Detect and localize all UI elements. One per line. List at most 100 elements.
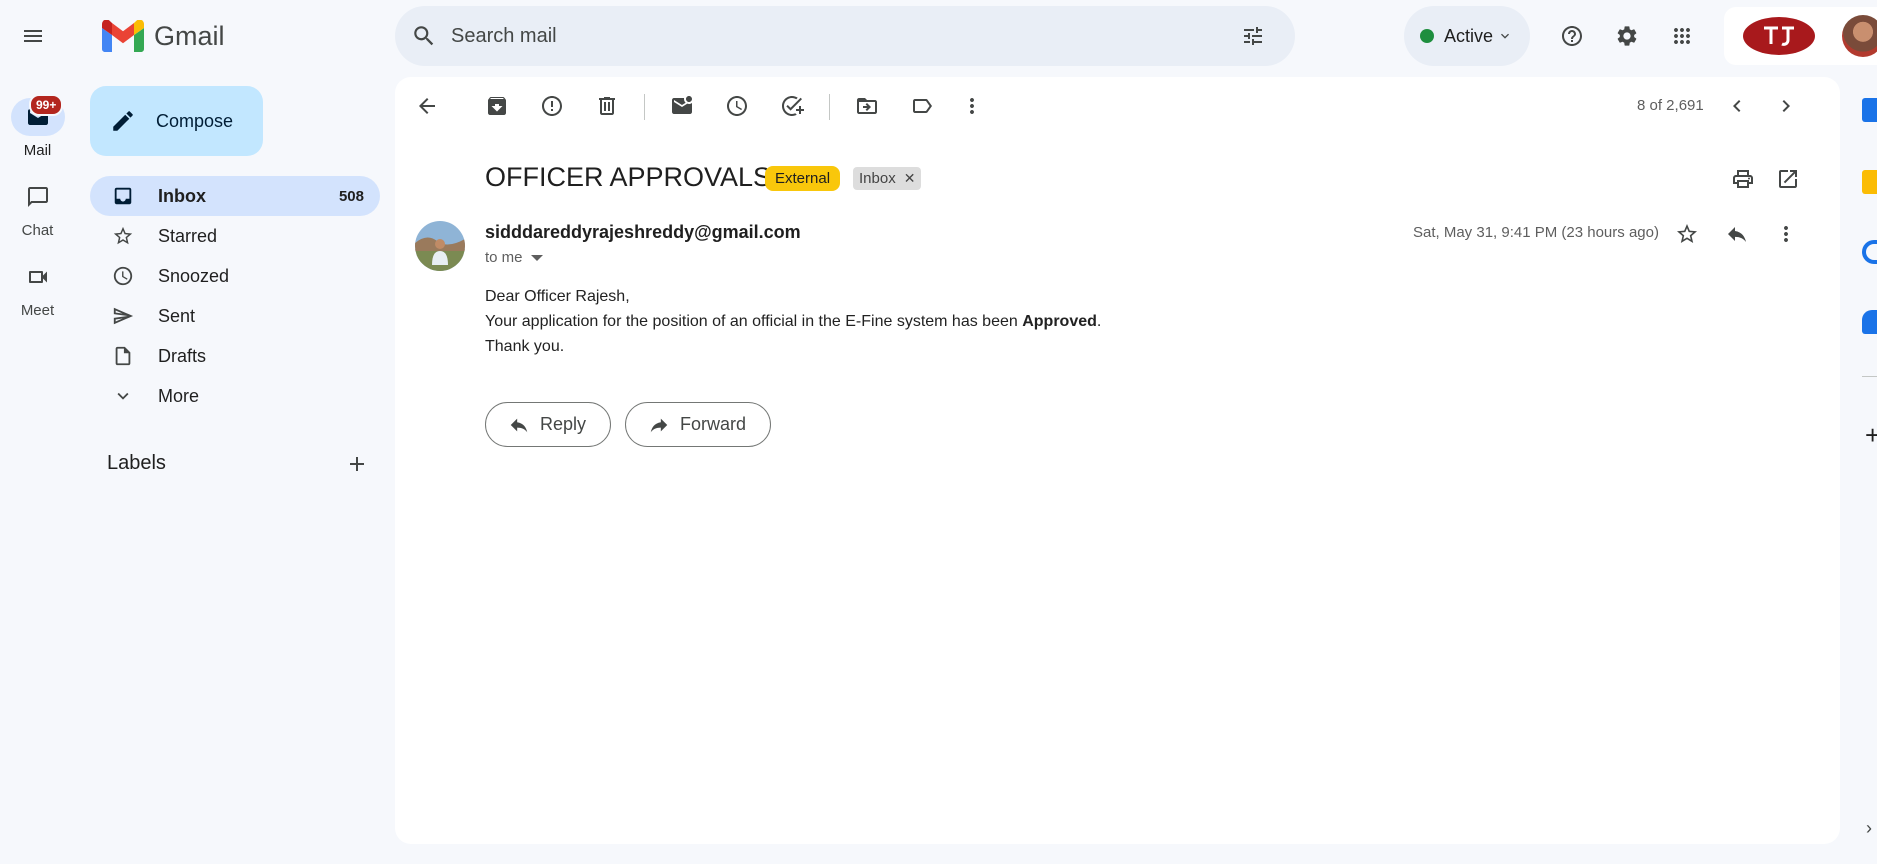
snooze-button[interactable]	[717, 86, 757, 126]
sidebar-item-inbox[interactable]: Inbox 508	[90, 176, 380, 216]
sidebar-item-starred[interactable]: Starred	[90, 216, 380, 256]
report-spam-button[interactable]	[532, 86, 572, 126]
main-menu-button[interactable]	[13, 16, 53, 56]
star-icon	[1677, 224, 1697, 243]
tune-icon	[1244, 27, 1262, 45]
labels-heading: Labels	[107, 452, 166, 474]
remove-label-icon[interactable]: ✕	[904, 170, 916, 187]
sender-email[interactable]: sidddareddyrajeshreddy@gmail.com	[485, 222, 801, 243]
status-label: Active	[1444, 25, 1494, 46]
label-icon	[913, 99, 932, 113]
meet-icon	[11, 258, 65, 296]
labels-button[interactable]	[902, 86, 942, 126]
sidebar-item-sent[interactable]: Sent	[90, 296, 380, 336]
compose-button[interactable]: Compose	[90, 86, 263, 156]
hide-side-panel-icon[interactable]: ›	[1866, 818, 1872, 839]
draft-icon	[115, 346, 131, 366]
search-input[interactable]	[451, 24, 1211, 48]
brand-name: Gmail	[154, 20, 225, 51]
message-more-button[interactable]	[1766, 214, 1806, 254]
help-icon	[1562, 26, 1582, 46]
reply-label: Reply	[540, 414, 587, 434]
rail-item-chat[interactable]: Chat	[0, 178, 75, 239]
email-subject: OFFICER APPROVALS	[485, 162, 772, 192]
sender-photo-icon	[415, 221, 465, 271]
gmail-m-icon	[102, 20, 144, 52]
forward-icon	[650, 418, 668, 432]
rail-label-mail: Mail	[23, 142, 52, 159]
sidebar-item-label: Starred	[158, 225, 218, 246]
add-task-icon	[782, 95, 804, 116]
status-selector[interactable]: Active	[1404, 6, 1530, 66]
search-bar[interactable]	[395, 6, 1295, 66]
chevron-left-icon	[1733, 100, 1741, 112]
inbox-icon	[114, 187, 132, 205]
message-text: Your application for the position of an …	[485, 313, 1023, 330]
newer-button[interactable]	[1717, 86, 1757, 126]
support-button[interactable]	[1552, 16, 1592, 56]
star-button[interactable]	[1667, 214, 1707, 254]
rail-item-meet[interactable]: Meet	[0, 258, 75, 319]
message-period: .	[1096, 313, 1102, 330]
email-message: Your application for the position of an …	[485, 309, 1101, 334]
move-to-button[interactable]	[847, 86, 887, 126]
more-options-button[interactable]	[952, 86, 992, 126]
reply-icon	[1728, 227, 1746, 242]
recipient-details[interactable]: to me	[485, 249, 543, 266]
account-avatar[interactable]	[1842, 15, 1877, 57]
archive-button[interactable]	[477, 86, 517, 126]
left-rail: Mail 99+ Chat Meet	[0, 0, 75, 864]
sidebar-item-snoozed[interactable]: Snoozed	[90, 256, 380, 296]
inbox-label-chip: Inbox ✕	[853, 167, 922, 190]
plus-icon	[350, 457, 364, 471]
email-body: Dear Officer Rajesh, Your application fo…	[485, 284, 1101, 359]
clock-icon	[113, 266, 133, 286]
side-panel-divider	[1862, 376, 1877, 377]
settings-button[interactable]	[1607, 16, 1647, 56]
compose-label: Compose	[156, 110, 234, 131]
sidebar-item-label: Drafts	[158, 345, 207, 366]
reply-icon-button[interactable]	[1717, 214, 1757, 254]
print-button[interactable]	[1723, 159, 1763, 199]
organization-logo-icon	[1743, 17, 1815, 55]
print-icon	[1733, 170, 1753, 188]
chevron-down-icon	[1501, 33, 1510, 39]
email-date: Sat, May 31, 9:41 PM (23 hours ago)	[1413, 224, 1659, 241]
star-icon	[113, 226, 133, 245]
open-new-window-button[interactable]	[1768, 159, 1808, 199]
sidebar-item-label: Inbox	[158, 185, 206, 206]
archive-icon	[488, 97, 506, 115]
apps-button[interactable]	[1662, 16, 1702, 56]
reply-button[interactable]: Reply	[485, 402, 612, 447]
caret-down-icon	[530, 254, 543, 261]
email-closing: Thank you.	[485, 338, 565, 355]
organization-logo-box[interactable]	[1724, 7, 1877, 65]
sidebar-item-label: More	[158, 385, 200, 406]
reply-icon	[510, 418, 528, 432]
contacts-app-icon[interactable]	[1862, 310, 1877, 334]
search-options-button[interactable]	[1233, 16, 1273, 56]
create-label-button[interactable]	[337, 444, 377, 484]
older-button[interactable]	[1766, 86, 1806, 126]
tasks-app-icon[interactable]	[1862, 240, 1877, 264]
mark-unread-button[interactable]	[662, 86, 702, 126]
delete-button[interactable]	[587, 86, 627, 126]
forward-button[interactable]: Forward	[625, 402, 772, 447]
rail-label-chat: Chat	[21, 222, 54, 239]
message-bold-status: Approved	[1022, 313, 1097, 330]
external-label-chip: External	[765, 166, 841, 191]
chevron-right-icon	[1782, 100, 1790, 112]
move-folder-icon	[857, 98, 877, 114]
add-task-button[interactable]	[772, 86, 812, 126]
calendar-app-icon[interactable]	[1862, 98, 1877, 122]
keep-app-icon[interactable]	[1862, 170, 1877, 194]
recipient-label: to me	[485, 249, 523, 266]
gmail-logo[interactable]: Gmail	[102, 20, 225, 52]
sender-avatar[interactable]	[415, 221, 465, 271]
sidebar-item-more[interactable]: More	[90, 376, 380, 416]
more-vert-icon	[970, 98, 974, 114]
sidebar-item-drafts[interactable]: Drafts	[90, 336, 380, 376]
add-app-icon[interactable]: +	[1865, 420, 1877, 451]
back-button[interactable]	[407, 86, 447, 126]
search-icon	[414, 26, 434, 46]
